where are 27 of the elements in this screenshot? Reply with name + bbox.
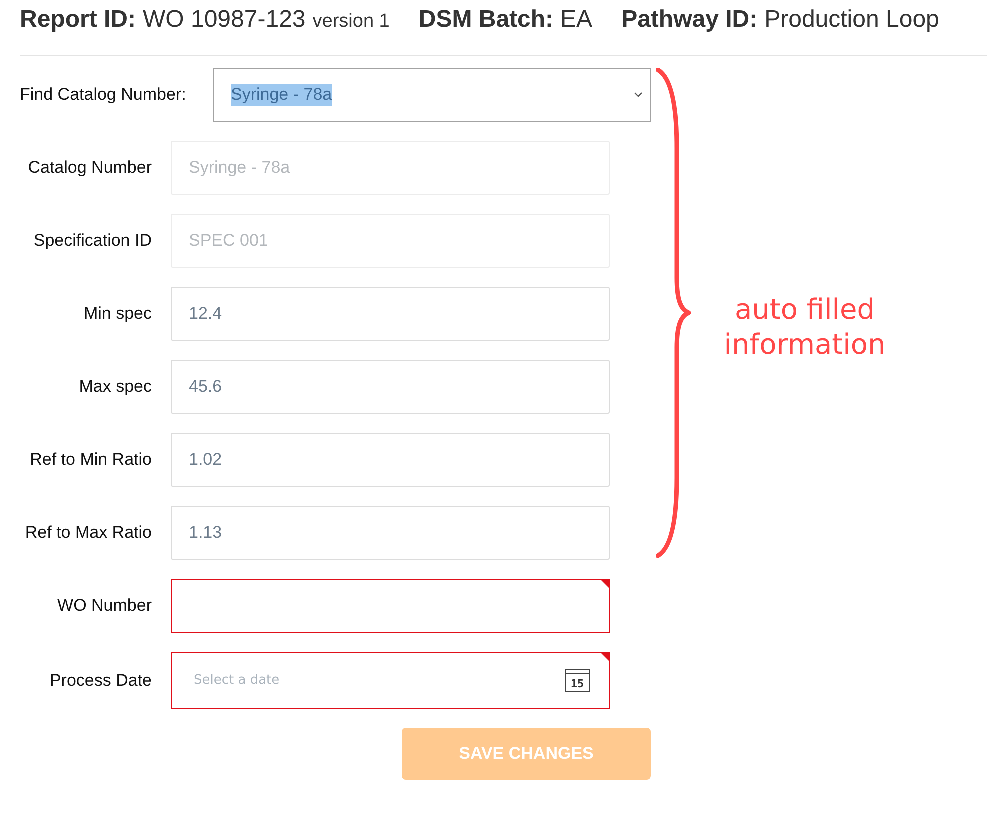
field-label: Ref to Min Ratio xyxy=(29,450,152,470)
field-label: Ref to Max Ratio xyxy=(24,523,152,543)
chevron-down-icon xyxy=(634,92,643,98)
input-field[interactable] xyxy=(171,579,610,633)
field-label: Catalog Number xyxy=(27,158,152,178)
header-label: DSM Batch: xyxy=(418,6,554,34)
field-label: WO Number xyxy=(56,596,152,616)
header-label: Report ID: xyxy=(20,6,136,34)
header-value: EA xyxy=(560,6,593,34)
header-label: Pathway ID: xyxy=(622,6,758,34)
input-field[interactable]: 45.6 xyxy=(171,360,610,414)
field-label: Min spec xyxy=(82,304,152,324)
header-value: Production Loop xyxy=(764,6,940,34)
input-field[interactable]: 12.4 xyxy=(171,287,610,341)
calendar-icon[interactable]: 15 xyxy=(565,669,590,692)
input-field[interactable]: 1.02 xyxy=(171,433,610,487)
required-corner-icon xyxy=(601,653,609,661)
field-label: Process Date xyxy=(48,670,152,690)
find-label: Find Catalog Number: xyxy=(20,85,188,105)
field-label: Max spec xyxy=(78,377,152,397)
input-field[interactable]: 1.13 xyxy=(171,506,610,560)
field-label: Specification ID xyxy=(32,231,152,251)
required-corner-icon xyxy=(601,580,609,588)
annotation-text: auto filled information xyxy=(723,292,887,362)
version-text: version 1 xyxy=(312,10,390,34)
header-value: WO 10987-123 xyxy=(143,6,306,34)
date-field[interactable]: Select a date 15 xyxy=(171,652,610,709)
